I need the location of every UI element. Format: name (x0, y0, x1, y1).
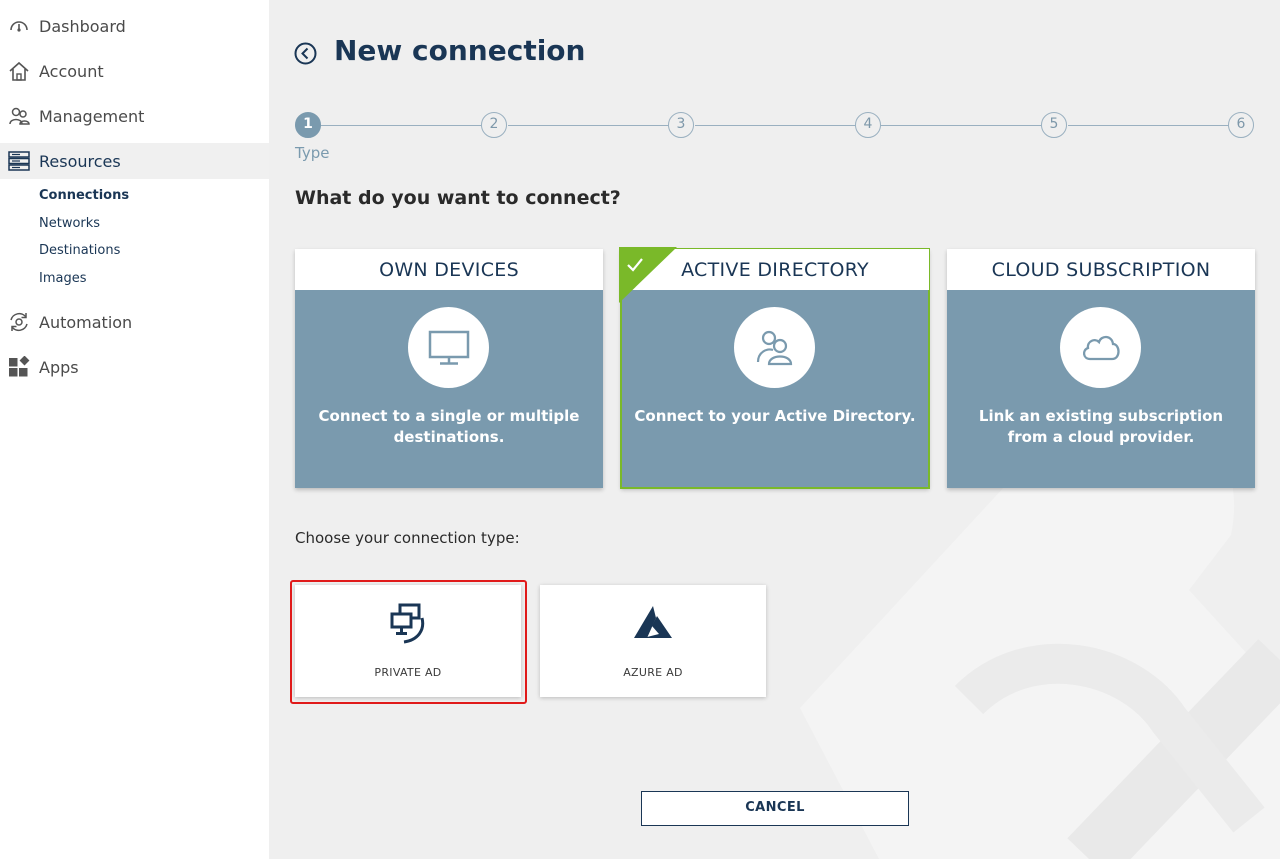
nav-label: Account (39, 61, 104, 81)
azure-ad-label: AZURE AD (623, 666, 683, 679)
connection-type-label: Choose your connection type: (295, 529, 520, 547)
sidebar: Dashboard Account Management Resources C… (0, 0, 269, 859)
card-description: Connect to a single or multiple destinat… (318, 407, 580, 446)
stepper-connector (321, 125, 481, 126)
sub-item-connections[interactable]: Connections (39, 188, 129, 203)
cancel-button[interactable]: CANCEL (641, 791, 909, 826)
stepper-step-2: 2 (481, 112, 507, 138)
stepper-step-1: 1 (295, 112, 321, 138)
card-description: Link an existing subscription from a clo… (978, 407, 1224, 446)
monitor-icon (428, 330, 469, 365)
nav-dashboard[interactable]: Dashboard (0, 8, 269, 44)
card-active-directory[interactable]: ACTIVE DIRECTORY Connect to your Active … (619, 247, 930, 489)
nav-label: Dashboard (39, 16, 126, 36)
nav-label: Resources (39, 151, 121, 171)
server-icon (8, 151, 30, 171)
sub-item-networks[interactable]: Networks (39, 216, 100, 231)
azure-icon (634, 606, 672, 638)
stepper-step-4: 4 (855, 112, 881, 138)
apps-grid-icon (9, 356, 30, 377)
nav-account[interactable]: Account (0, 53, 269, 89)
card-cloud-subscription[interactable]: CLOUD SUBSCRIPTION Link an existing subs… (947, 249, 1255, 488)
card-own-devices[interactable]: OWN DEVICES Connect to a single or multi… (295, 249, 603, 488)
sub-item-destinations[interactable]: Destinations (39, 243, 120, 258)
private-ad-button[interactable]: PRIVATE AD (295, 585, 521, 697)
section-question: What do you want to connect? (295, 187, 621, 209)
stepper-active-label: Type (295, 144, 330, 162)
nav-automation[interactable]: Automation (0, 304, 269, 340)
selected-check-icon (619, 247, 677, 303)
nav-apps[interactable]: Apps (0, 349, 269, 385)
users-icon (756, 330, 792, 365)
gauge-icon (10, 21, 28, 32)
card-title: OWN DEVICES (295, 249, 603, 290)
back-arrow-icon[interactable] (294, 42, 317, 65)
card-icon-circle (734, 307, 815, 388)
card-icon-circle (408, 307, 489, 388)
azure-ad-button[interactable]: AZURE AD (540, 585, 766, 697)
main-content: New connection 1 2 3 4 5 6 Type What do … (269, 0, 1280, 859)
private-ad-label: PRIVATE AD (374, 666, 442, 679)
nav-management[interactable]: Management (0, 98, 269, 134)
stepper-step-3: 3 (668, 112, 694, 138)
nav-label: Apps (39, 357, 79, 377)
stepper-step-5: 5 (1041, 112, 1067, 138)
nav-label: Management (39, 106, 145, 126)
page-title: New connection (334, 34, 586, 67)
card-title: CLOUD SUBSCRIPTION (947, 249, 1255, 290)
stepper-step-6: 6 (1228, 112, 1254, 138)
cloud-icon (1082, 335, 1120, 360)
card-description: Connect to your Active Directory. (634, 407, 916, 425)
gear-cycle-icon (10, 312, 28, 332)
nav-resources[interactable]: Resources (0, 143, 269, 179)
nav-label: Automation (39, 312, 133, 332)
card-icon-circle (1060, 307, 1141, 388)
private-ad-icon (390, 603, 425, 644)
stepper-connector (881, 125, 1041, 126)
stepper-connector (508, 125, 668, 126)
stepper-connector (695, 125, 855, 126)
sub-item-images[interactable]: Images (39, 271, 87, 286)
users-icon (9, 107, 30, 125)
stepper-connector (1068, 125, 1228, 126)
home-icon (9, 61, 29, 81)
